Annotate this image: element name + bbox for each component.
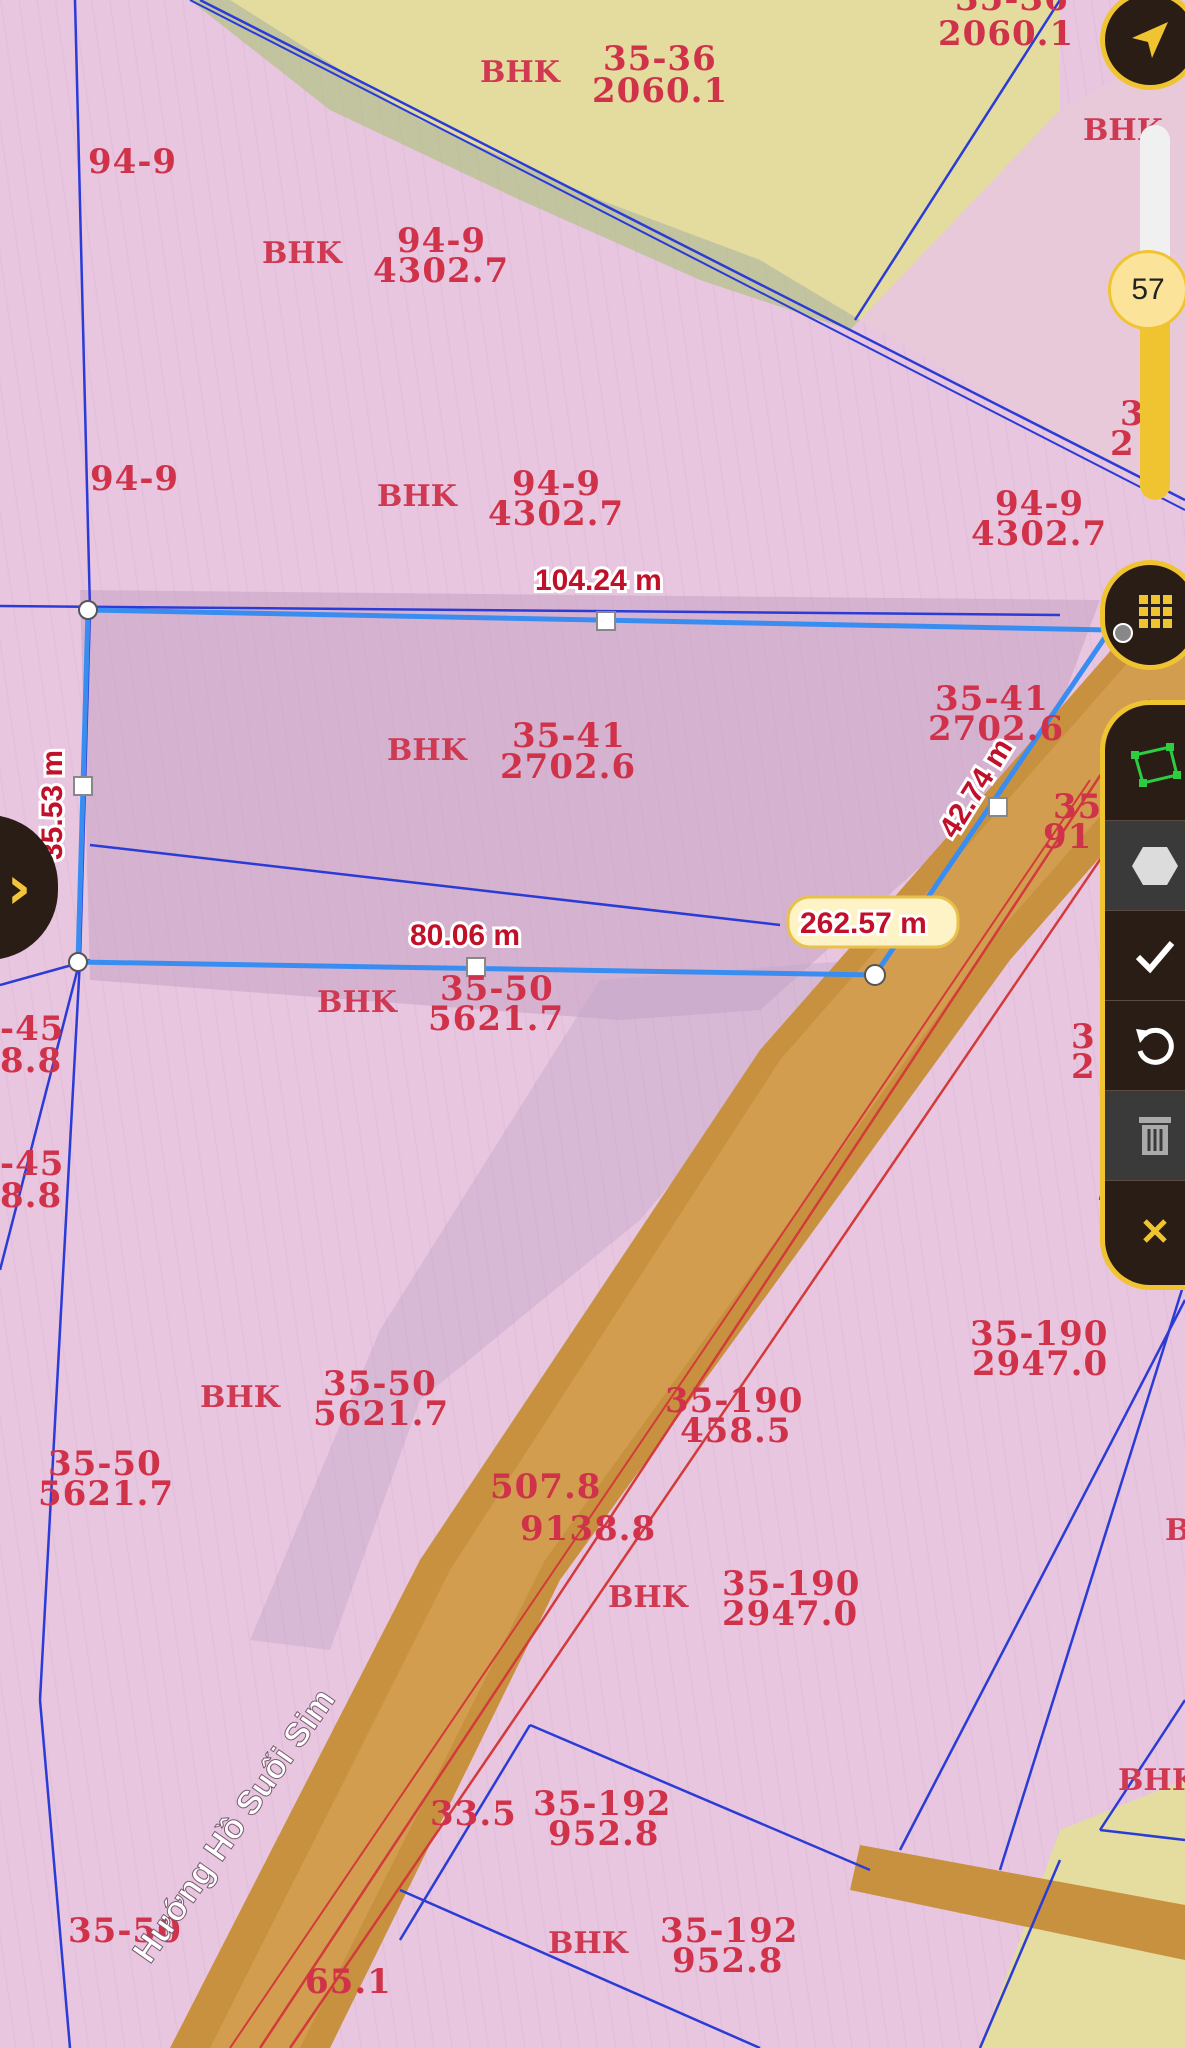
undo-button[interactable] (1105, 1000, 1185, 1091)
parcel-area: 4302.7 (373, 251, 509, 291)
vertex-handle[interactable] (78, 600, 98, 620)
measure-top: 104.24 m (535, 564, 662, 597)
parcel-type: BHK (200, 1380, 281, 1415)
parcel-area: 2060.1 (938, 14, 1074, 54)
parcel-type: BHK (548, 1926, 629, 1961)
midpoint-handle[interactable] (596, 611, 616, 631)
parcel-area: 8.8 (0, 1176, 62, 1216)
midpoint-handle[interactable] (988, 797, 1008, 817)
parcel-code: 33.5 (430, 1794, 517, 1834)
drawing-toolbar (1100, 700, 1185, 1290)
grid-button[interactable] (1100, 560, 1185, 670)
parcel-area: 952.8 (548, 1814, 659, 1854)
parcel-type: BHK (377, 479, 458, 514)
polygon-draw-icon (1131, 743, 1181, 787)
parcel-area: 458.5 (680, 1411, 791, 1451)
parcel-area: 5621.7 (38, 1474, 174, 1514)
zoom-slider-knob[interactable]: 57 (1108, 250, 1185, 330)
delete-button[interactable] (1105, 1090, 1185, 1181)
parcel-type: BHK (387, 733, 468, 768)
close-button[interactable] (1105, 1180, 1185, 1281)
parcel-area: 8.8 (0, 1041, 62, 1081)
parcel-type: BHK (317, 985, 398, 1020)
parcel-area: 2702.6 (500, 747, 636, 787)
parcel-area: 2060.1 (592, 71, 728, 111)
check-icon (1135, 941, 1175, 974)
hexagon-button[interactable] (1105, 820, 1185, 911)
close-icon (1143, 1219, 1167, 1243)
parcel-code: 65.1 (305, 1962, 392, 2002)
grid-icon (1113, 595, 1172, 643)
parcel-code: 507.8 (490, 1467, 601, 1507)
parcel-area: 2 (1110, 424, 1135, 464)
parcel-area: 9138.8 (520, 1509, 656, 1549)
parcel-type: BHK (262, 236, 343, 271)
trash-icon (1139, 1117, 1171, 1155)
confirm-button[interactable] (1105, 910, 1185, 1001)
cadastral-map[interactable]: BHK 35-36 2060.1 35-36 2060.1 94-9 BHK 9… (0, 0, 1185, 2048)
total-length-badge: 262.57 m (786, 895, 960, 949)
parcel-area: 5621.7 (313, 1394, 449, 1434)
parcel-area: 952.8 (672, 1941, 783, 1981)
parcel-type: BHK (1165, 1513, 1185, 1548)
parcel-type: BHK (1118, 1763, 1185, 1798)
zoom-level: 57 (1131, 273, 1165, 306)
navigation-arrow-icon (1132, 22, 1168, 58)
chevron-right-icon: › (6, 852, 32, 923)
parcel-area: 2947.0 (722, 1594, 858, 1634)
midpoint-handle[interactable] (73, 776, 93, 796)
parcel-code: 94-9 (88, 142, 177, 182)
vertex-handle[interactable] (68, 952, 88, 972)
undo-icon (1136, 1027, 1174, 1065)
parcel-area: 91 (1043, 817, 1092, 857)
parcel-area: 2 (1071, 1047, 1096, 1087)
parcel-area: 4302.7 (971, 514, 1107, 554)
vertex-handle[interactable] (864, 964, 886, 986)
hexagon-icon (1132, 847, 1178, 885)
parcel-area: 2947.0 (972, 1344, 1108, 1384)
parcel-area: 5621.7 (428, 999, 564, 1039)
parcel-area: 4302.7 (488, 494, 624, 534)
polygon-tool-button[interactable] (1105, 715, 1185, 815)
parcel-type: BHK (608, 1580, 689, 1615)
parcel-code: 94-9 (90, 459, 179, 499)
measure-bottom: 80.06 m (410, 919, 520, 952)
parcel-type: BHK (480, 55, 561, 90)
svg-text:262.57 m: 262.57 m (800, 907, 927, 940)
